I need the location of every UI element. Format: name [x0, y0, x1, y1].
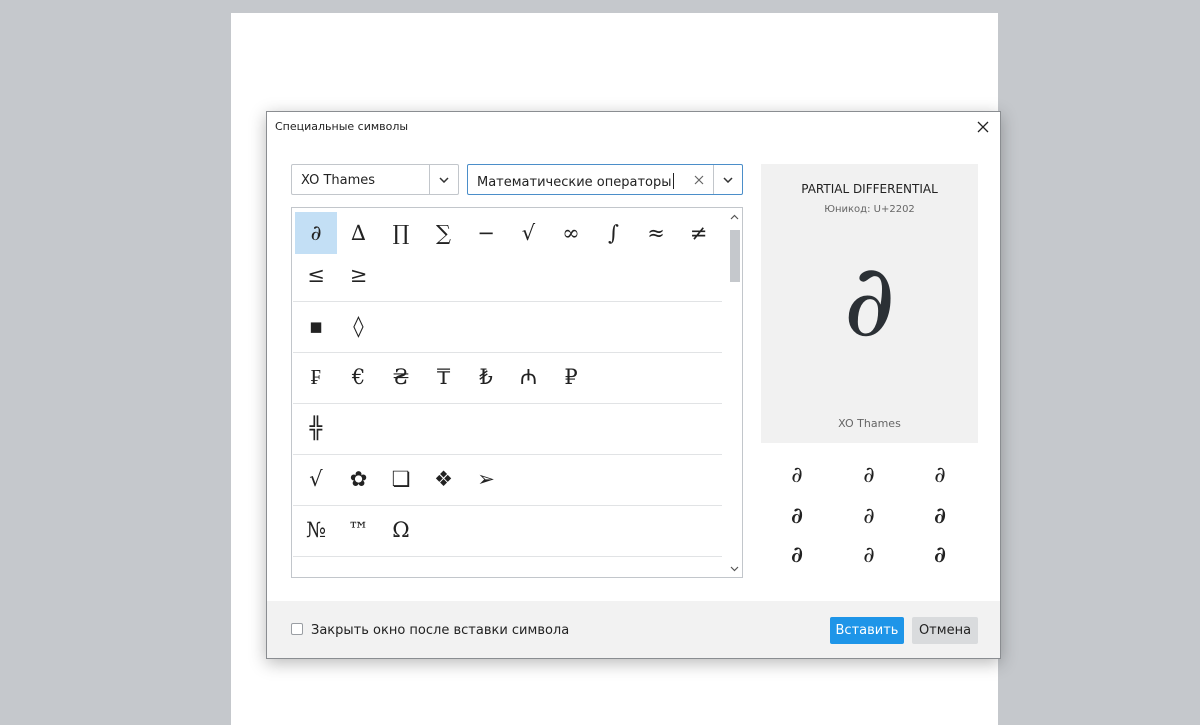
symbol-cell[interactable]: №: [295, 509, 337, 551]
scroll-down-icon[interactable]: [729, 563, 740, 574]
symbol-cell[interactable]: ∆: [338, 212, 380, 254]
font-select-value: XO Thames: [301, 173, 376, 188]
symbol-cell[interactable]: ➢: [465, 458, 507, 500]
scrollbar-thumb[interactable]: [730, 230, 740, 282]
symbol-cell[interactable]: ╬: [295, 407, 337, 449]
symbol-row: № ™ Ω: [293, 505, 722, 557]
font-variant-glyph[interactable]: ∂: [767, 537, 827, 573]
symbol-cell[interactable]: ❖: [423, 458, 465, 500]
font-variant-glyph[interactable]: ∂: [839, 498, 899, 534]
symbol-preview-glyph: ∂: [843, 242, 896, 359]
dialog-footer: Закрыть окно после вставки символа Встав…: [267, 601, 1000, 658]
symbol-cell[interactable]: ▪: [295, 305, 337, 347]
symbol-cell[interactable]: ◊: [338, 305, 380, 347]
symbol-cell[interactable]: √: [508, 212, 550, 254]
font-variant-glyph[interactable]: ∂: [910, 537, 970, 573]
close-after-insert-checkbox[interactable]: [291, 623, 303, 635]
close-after-insert-label[interactable]: Закрыть окно после вставки символа: [311, 623, 569, 638]
symbol-unicode: Юникод: U+2202: [824, 204, 915, 215]
font-variant-glyph[interactable]: ∂: [839, 457, 899, 493]
symbol-cell[interactable]: ❏: [380, 458, 422, 500]
insert-button[interactable]: Вставить: [830, 617, 904, 644]
symbol-cell[interactable]: ∫: [593, 212, 635, 254]
range-select[interactable]: Математические операторы: [467, 164, 743, 195]
symbol-cell[interactable]: ≤: [295, 254, 337, 296]
symbol-cell[interactable]: ∂: [295, 212, 337, 254]
font-variant-glyph[interactable]: ∂: [910, 457, 970, 493]
cancel-button[interactable]: Отмена: [912, 617, 978, 644]
symbol-cell[interactable]: ₸: [423, 356, 465, 398]
font-variant-glyph[interactable]: ∂: [767, 498, 827, 534]
symbol-preview-panel: PARTIAL DIFFERENTIAL Юникод: U+2202 ∂ XO…: [761, 164, 978, 443]
symbol-cell[interactable]: ≈: [635, 212, 677, 254]
scrollbar[interactable]: [726, 208, 742, 577]
symbol-cell[interactable]: €: [338, 356, 380, 398]
symbol-cell[interactable]: ₣: [295, 356, 337, 398]
font-select[interactable]: XO Thames: [291, 164, 459, 195]
font-variant-glyph[interactable]: ∂: [767, 457, 827, 493]
font-variant-glyph[interactable]: ∂: [910, 498, 970, 534]
chevron-down-icon[interactable]: [713, 165, 742, 194]
symbol-grid[interactable]: ∂ ∆ ∏ ∑ − √ ∞ ∫ ≈ ≠ ≤ ≥ ▪ ◊ ₣ € ₴ ₸ ₺ ₼ ₽ ╬ √ ✿ ❏ ❖ ➢ № ™ Ω: [291, 207, 743, 578]
dialog-title: Специальные символы: [275, 120, 409, 133]
symbol-preview-font: XO Thames: [838, 417, 901, 430]
symbol-cell[interactable]: ™: [338, 509, 380, 551]
clear-icon[interactable]: [688, 169, 710, 191]
symbol-cell[interactable]: ∑: [423, 212, 465, 254]
symbol-cell[interactable]: ✿: [338, 458, 380, 500]
symbol-cell[interactable]: ₼: [508, 356, 550, 398]
symbol-row: ≤ ≥: [293, 254, 722, 302]
symbol-cell[interactable]: −: [465, 212, 507, 254]
symbol-cell[interactable]: ₽: [550, 356, 592, 398]
range-select-value: Математические операторы: [477, 175, 672, 190]
scroll-up-icon[interactable]: [729, 211, 740, 222]
symbol-row: √ ✿ ❏ ❖ ➢: [293, 454, 722, 506]
symbol-cell[interactable]: ∞: [550, 212, 592, 254]
symbol-row: ∂ ∆ ∏ ∑ − √ ∞ ∫ ≈ ≠: [293, 208, 722, 254]
font-variant-glyph[interactable]: ∂: [839, 537, 899, 573]
symbol-cell[interactable]: ₺: [465, 356, 507, 398]
symbol-cell[interactable]: √: [295, 458, 337, 500]
symbol-cell[interactable]: ∏: [380, 212, 422, 254]
symbol-cell[interactable]: ₴: [380, 356, 422, 398]
symbol-name: PARTIAL DIFFERENTIAL: [801, 182, 938, 196]
chevron-down-icon[interactable]: [429, 165, 458, 194]
text-caret: [672, 173, 674, 189]
special-characters-dialog: Специальные символы XO Thames Математиче…: [266, 111, 1001, 659]
symbol-cell[interactable]: ≥: [338, 254, 380, 296]
symbol-cell[interactable]: ≠: [678, 212, 720, 254]
symbol-row: ₣ € ₴ ₸ ₺ ₼ ₽: [293, 352, 722, 404]
close-icon[interactable]: [972, 116, 994, 138]
symbol-row: ▪ ◊: [293, 301, 722, 353]
symbol-row: ╬: [293, 403, 722, 455]
symbol-cell[interactable]: Ω: [380, 509, 422, 551]
